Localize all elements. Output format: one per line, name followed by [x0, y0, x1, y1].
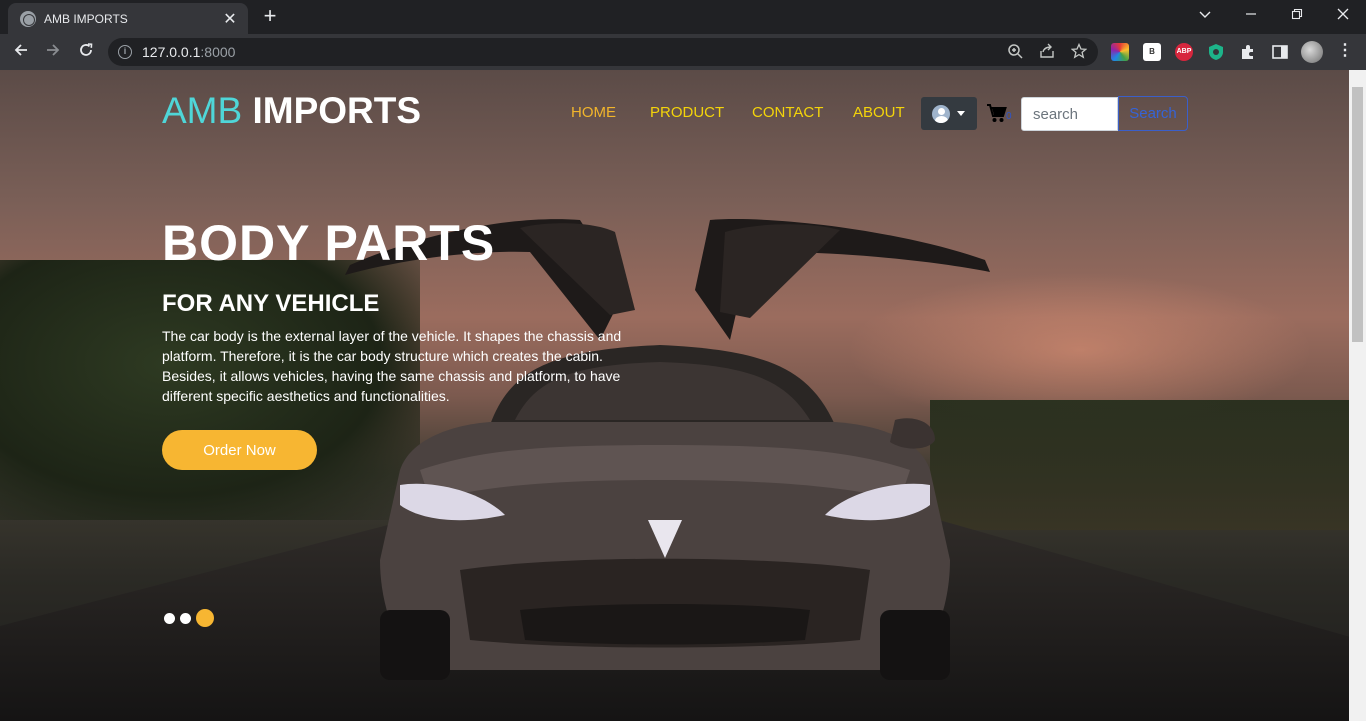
- browser-tabstrip: AMB IMPORTS ✕ +: [0, 0, 1366, 34]
- close-icon: [1337, 8, 1349, 20]
- side-panel-icon[interactable]: [1271, 43, 1289, 61]
- minimize-button[interactable]: [1228, 0, 1274, 30]
- carousel-dot-1[interactable]: [164, 613, 175, 624]
- user-menu-button[interactable]: [921, 97, 977, 130]
- nav-link-home[interactable]: HOME: [571, 104, 616, 122]
- carousel-dot-2[interactable]: [180, 613, 191, 624]
- puzzle-extensions-icon[interactable]: [1239, 43, 1257, 61]
- minimize-icon: [1246, 13, 1256, 15]
- address-url[interactable]: 127.0.0.1:8000: [142, 44, 235, 60]
- adblock-extension-icon[interactable]: ABP: [1175, 43, 1193, 61]
- browser-tab[interactable]: AMB IMPORTS ✕: [8, 3, 248, 34]
- carousel-dot-3[interactable]: [196, 609, 214, 627]
- b-extension-icon[interactable]: B: [1143, 43, 1161, 61]
- maximize-button[interactable]: [1274, 0, 1320, 30]
- tab-title: AMB IMPORTS: [44, 11, 128, 26]
- close-tab-icon[interactable]: ✕: [222, 9, 238, 29]
- nav-link-contact[interactable]: CONTACT: [752, 104, 823, 122]
- arrow-left-icon: [14, 44, 27, 56]
- close-window-button[interactable]: [1320, 0, 1366, 30]
- restore-icon: [1291, 8, 1303, 20]
- back-button[interactable]: [8, 39, 34, 65]
- cart-button[interactable]: 0: [986, 103, 1012, 125]
- hero-description: The car body is the external layer of th…: [162, 328, 622, 404]
- profile-avatar[interactable]: [1301, 41, 1323, 63]
- order-now-button[interactable]: Order Now: [162, 430, 317, 470]
- page-scrollbar[interactable]: [1349, 70, 1366, 721]
- zoom-icon[interactable]: [1006, 43, 1024, 61]
- hero-title: BODY PARTS: [162, 215, 496, 271]
- user-icon: [932, 105, 950, 123]
- browser-toolbar: i 127.0.0.1:8000 B ABP ⋮: [0, 34, 1366, 70]
- nav-link-product[interactable]: PRODUCT: [650, 104, 724, 122]
- search-input[interactable]: [1021, 97, 1118, 131]
- share-icon[interactable]: [1038, 43, 1056, 61]
- chevron-down-icon: [1199, 11, 1211, 18]
- arrow-right-icon: [47, 44, 60, 56]
- address-bar[interactable]: i 127.0.0.1:8000: [108, 38, 1098, 66]
- bookmark-star-icon[interactable]: [1070, 42, 1088, 61]
- reload-icon: [80, 43, 93, 56]
- nav-link-about[interactable]: ABOUT: [853, 104, 905, 122]
- shield-extension-icon[interactable]: [1207, 43, 1225, 61]
- more-menu-icon[interactable]: ⋮: [1336, 43, 1354, 61]
- search-button[interactable]: Search: [1118, 96, 1188, 131]
- forward-button[interactable]: [40, 39, 66, 65]
- scrollbar-thumb[interactable]: [1352, 87, 1363, 342]
- site-info-icon[interactable]: i: [118, 45, 132, 59]
- svg-text:0: 0: [1006, 111, 1012, 122]
- caret-down-icon: [957, 111, 965, 116]
- cart-icon: 0: [987, 104, 1012, 122]
- tab-search-button[interactable]: [1182, 0, 1228, 30]
- site-logo[interactable]: AMB IMPORTS: [162, 90, 421, 132]
- new-tab-button[interactable]: +: [258, 4, 282, 28]
- page-viewport: AMB IMPORTS HOME PRODUCT CONTACT ABOUT 0…: [0, 70, 1366, 721]
- globe-icon: [20, 10, 36, 27]
- color-extension-icon[interactable]: [1111, 43, 1129, 61]
- hero-section: AMB IMPORTS HOME PRODUCT CONTACT ABOUT 0…: [0, 70, 1349, 721]
- reload-button[interactable]: [73, 39, 99, 65]
- hero-subtitle: FOR ANY VEHICLE: [162, 290, 380, 317]
